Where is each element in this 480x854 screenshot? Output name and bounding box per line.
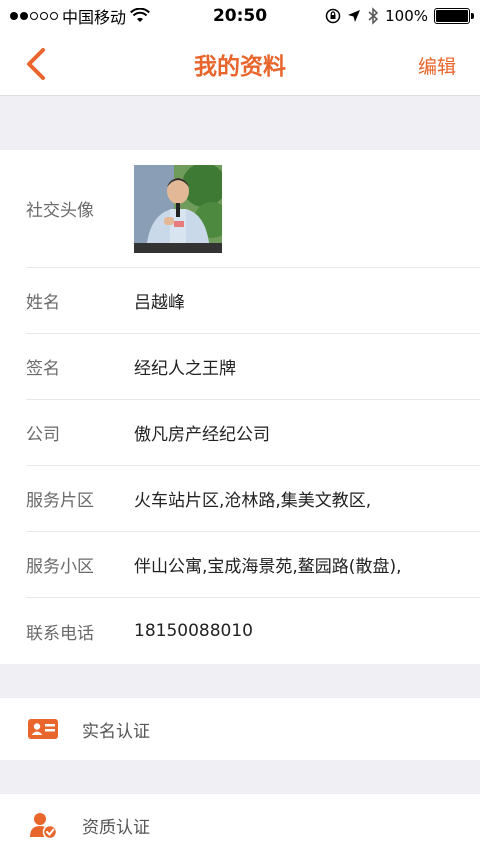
field-label: 签名	[26, 359, 60, 379]
battery-level-fill	[436, 10, 468, 22]
status-right: 100%	[325, 7, 474, 25]
qualification-verification-button[interactable]: 资质认证	[0, 794, 480, 854]
field-value: 伴山公寓,宝成海景苑,鳌园路(散盘),	[134, 557, 402, 577]
field-row-phone: 联系电话 18150088010	[26, 598, 480, 664]
navigation-bar: 我的资料 编辑	[0, 32, 480, 96]
field-label: 姓名	[26, 293, 60, 313]
avatar[interactable]	[134, 164, 222, 253]
field-value: 傲凡房产经纪公司	[134, 425, 270, 445]
field-label: 联系电话	[26, 623, 94, 644]
chevron-left-icon	[27, 48, 45, 80]
bluetooth-icon	[368, 7, 379, 25]
field-value: 吕越峰	[134, 293, 185, 313]
field-value: 经纪人之王牌	[134, 359, 236, 379]
real-name-verification-button[interactable]: 实名认证	[0, 698, 480, 760]
status-left: 中国移动	[10, 4, 150, 28]
field-row-service-area: 服务片区 火车站片区,沧林路,集美文教区,	[26, 466, 480, 532]
wifi-icon	[130, 8, 150, 22]
status-bar: 中国移动 20:50 100%	[0, 0, 480, 32]
carrier-name: 中国移动	[62, 8, 127, 27]
rotation-lock-icon	[325, 8, 341, 24]
field-label: 服务片区	[26, 491, 94, 511]
battery-percentage: 100%	[385, 7, 428, 25]
field-row-company: 公司 傲凡房产经纪公司	[26, 400, 480, 466]
field-label: 服务小区	[26, 557, 94, 577]
battery-icon	[434, 8, 474, 24]
field-row-service-community: 服务小区 伴山公寓,宝成海景苑,鳌园路(散盘),	[26, 532, 480, 598]
verified-user-icon	[26, 808, 60, 842]
location-arrow-icon	[348, 10, 361, 22]
profile-section: 社交头像 姓名 吕越峰 签名 经纪人之王牌 公司 傲凡房产经纪公司 服务片区 火…	[0, 150, 480, 664]
avatar-row[interactable]: 社交头像	[26, 150, 480, 268]
signal-strength-icon	[10, 12, 58, 20]
field-value: 火车站片区,沧林路,集美文教区,	[134, 491, 372, 511]
back-button[interactable]	[18, 46, 54, 82]
avatar-photo	[134, 164, 222, 253]
avatar-label: 社交头像	[26, 201, 94, 221]
page-title: 我的资料	[194, 53, 286, 80]
qualification-verification-label: 资质认证	[82, 817, 150, 838]
field-row-signature: 签名 经纪人之王牌	[26, 334, 480, 400]
field-value: 18150088010	[134, 621, 253, 641]
field-label: 公司	[26, 425, 60, 445]
field-row-name: 姓名 吕越峰	[26, 268, 480, 334]
id-card-icon	[26, 712, 60, 746]
edit-button[interactable]: 编辑	[418, 52, 456, 79]
real-name-verification-label: 实名认证	[82, 721, 150, 742]
